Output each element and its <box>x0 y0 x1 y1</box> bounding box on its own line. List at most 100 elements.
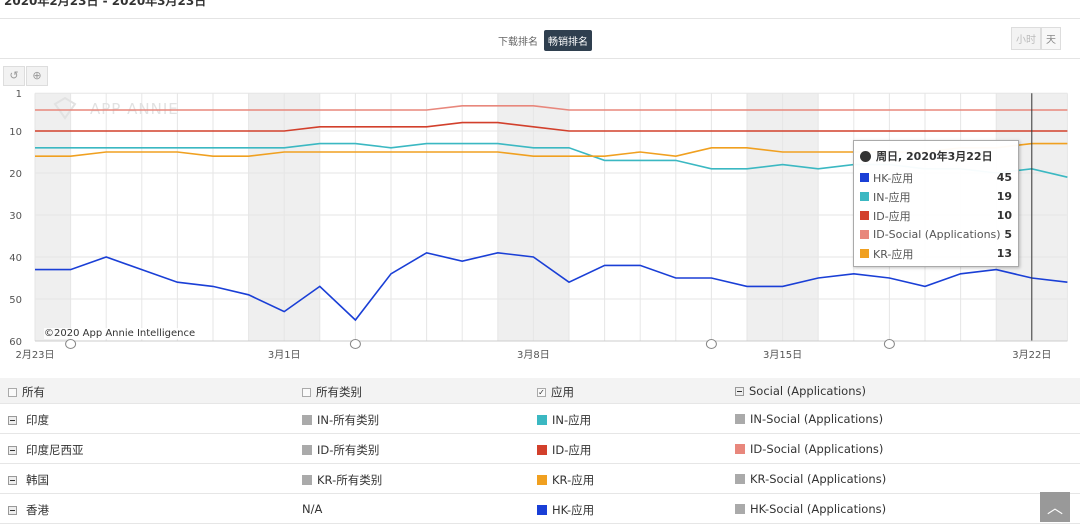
series-label: ID-所有类别 <box>317 443 380 457</box>
series-swatch <box>302 475 312 485</box>
series-selector-table: 所有 所有类别 ✓ 应用 Social (Applications) 印度 IN-所有类别 I… <box>0 378 1080 524</box>
series-swatch <box>860 211 869 220</box>
tooltip-value: 45 <box>996 171 1012 184</box>
tooltip-series-label: HK-应用 <box>873 171 914 185</box>
series-label: IN-应用 <box>552 413 592 427</box>
country-label: 印度尼西亚 <box>26 443 84 457</box>
tooltip-series-label: KR-应用 <box>873 247 914 261</box>
checkbox-partial[interactable] <box>8 505 17 515</box>
x-tick-label: 3月22日 <box>1012 349 1051 361</box>
tooltip-value: 19 <box>996 190 1012 203</box>
column-header[interactable]: Social (Applications) <box>735 384 866 398</box>
series-toggle[interactable]: HK-Social (Applications) <box>735 502 886 516</box>
tooltip-row: HK-应用 45 <box>860 168 1012 187</box>
y-tick-label: 30 <box>9 211 22 222</box>
y-tick-label: 40 <box>9 253 22 264</box>
table-header: 所有 所有类别 ✓ 应用 Social (Applications) <box>0 378 1080 404</box>
country-cell[interactable]: 印度尼西亚 <box>8 442 84 458</box>
series-label: HK-Social (Applications) <box>750 502 887 516</box>
series-toggle[interactable]: IN-所有类别 <box>302 412 379 428</box>
country-cell[interactable]: 韩国 <box>8 472 49 488</box>
globe-icon <box>860 150 871 162</box>
country-cell[interactable]: 印度 <box>8 412 49 428</box>
checkbox-partial[interactable] <box>8 415 17 425</box>
tooltip-series-label: IN-应用 <box>873 190 911 204</box>
grossing-rank-option[interactable]: 畅销排名 <box>544 30 592 51</box>
tooltip-row: IN-应用 19 <box>860 187 1012 206</box>
zoom-in-icon: ⊕ <box>32 69 42 82</box>
divider <box>0 18 1080 19</box>
reset-zoom-button[interactable]: ↺ <box>3 66 25 86</box>
download-rank-option[interactable]: 下载排名 <box>496 31 540 50</box>
series-toggle: N/A <box>302 502 322 516</box>
series-label: N/A <box>302 502 323 516</box>
series-label: HK-应用 <box>552 503 595 517</box>
rank-toggle: 下载排名 畅销排名 <box>496 30 592 51</box>
column-header-label: 所有类别 <box>316 385 362 399</box>
series-toggle[interactable]: KR-应用 <box>537 472 594 488</box>
country-label: 韩国 <box>26 473 49 487</box>
tooltip-value: 13 <box>996 247 1012 260</box>
checkbox[interactable] <box>302 387 311 397</box>
checkbox-partial[interactable] <box>8 445 17 455</box>
series-swatch <box>860 173 869 182</box>
daily-option[interactable]: 天 <box>1041 27 1061 50</box>
table-row: 韩国 KR-所有类别 KR-应用 KR-Social (Applications) <box>0 464 1080 494</box>
series-swatch <box>735 474 745 484</box>
chevron-up-icon: ︿ <box>1046 498 1063 517</box>
series-toggle[interactable]: HK-应用 <box>537 502 594 518</box>
series-label: IN-所有类别 <box>317 413 380 427</box>
x-tick-label: 2月23日 <box>15 349 54 361</box>
watermark-logo: APP ANNIE <box>90 100 179 118</box>
checkbox[interactable] <box>8 387 17 397</box>
series-swatch <box>735 414 745 424</box>
country-label: 香港 <box>26 503 49 517</box>
tooltip-value: 5 <box>1004 228 1012 241</box>
series-toggle[interactable]: KR-所有类别 <box>302 472 382 488</box>
column-header-label: 应用 <box>551 385 574 399</box>
checkbox-partial[interactable] <box>735 386 744 396</box>
series-swatch <box>735 504 745 514</box>
y-tick-label: 20 <box>9 169 22 180</box>
x-tick-label: 3月15日 <box>763 349 802 361</box>
checkbox-checked[interactable]: ✓ <box>537 387 546 397</box>
country-label: 印度 <box>26 413 49 427</box>
column-header[interactable]: 所有 <box>8 384 45 400</box>
column-header[interactable]: 所有类别 <box>302 384 362 400</box>
granularity-toggle: 小时 天 <box>1011 27 1061 50</box>
divider <box>0 58 1080 59</box>
hourly-option[interactable]: 小时 <box>1011 27 1041 50</box>
column-header[interactable]: ✓ 应用 <box>537 384 574 400</box>
chart-tooltip: 周日, 2020年3月22日 HK-应用 45 IN-应用 19 ID-应用 10 ID-S… <box>853 140 1019 267</box>
zoom-button[interactable]: ⊕ <box>26 66 48 86</box>
tooltip-series-label: ID-Social (Applications) <box>873 228 1001 241</box>
tooltip-row: ID-应用 10 <box>860 206 1012 225</box>
series-swatch <box>537 415 547 425</box>
series-swatch <box>537 505 547 515</box>
x-tick-label: 3月8日 <box>517 349 550 361</box>
annotation-comment-icon <box>883 339 895 349</box>
copyright: ©2020 App Annie Intelligence <box>44 328 196 339</box>
series-swatch <box>302 415 312 425</box>
checkbox-partial[interactable] <box>8 475 17 485</box>
series-toggle[interactable]: ID-应用 <box>537 442 591 458</box>
country-cell[interactable]: 香港 <box>8 502 49 518</box>
undo-icon: ↺ <box>9 69 19 82</box>
table-row: 印度尼西亚 ID-所有类别 ID-应用 ID-Social (Applications… <box>0 434 1080 464</box>
table-row: 香港 N/A HK-应用 HK-Social (Applications) <box>0 494 1080 524</box>
series-toggle[interactable]: ID-Social (Applications) <box>735 442 883 456</box>
annotation-comment-icon <box>65 339 77 349</box>
series-swatch <box>860 230 869 239</box>
series-toggle[interactable]: KR-Social (Applications) <box>735 472 886 486</box>
series-toggle[interactable]: IN-Social (Applications) <box>735 412 883 426</box>
scroll-to-top-button[interactable]: ︿ <box>1040 492 1070 522</box>
date-range: 2020年2月23日 - 2020年3月23日 <box>4 0 207 8</box>
series-toggle[interactable]: IN-应用 <box>537 412 591 428</box>
series-toggle[interactable]: ID-所有类别 <box>302 442 379 458</box>
series-label: ID-应用 <box>552 443 592 457</box>
series-swatch <box>537 445 547 455</box>
tooltip-row: KR-应用 13 <box>860 244 1012 263</box>
series-label: ID-Social (Applications) <box>750 442 884 456</box>
x-tick-label: 3月1日 <box>268 349 301 361</box>
series-label: KR-Social (Applications) <box>750 472 887 486</box>
